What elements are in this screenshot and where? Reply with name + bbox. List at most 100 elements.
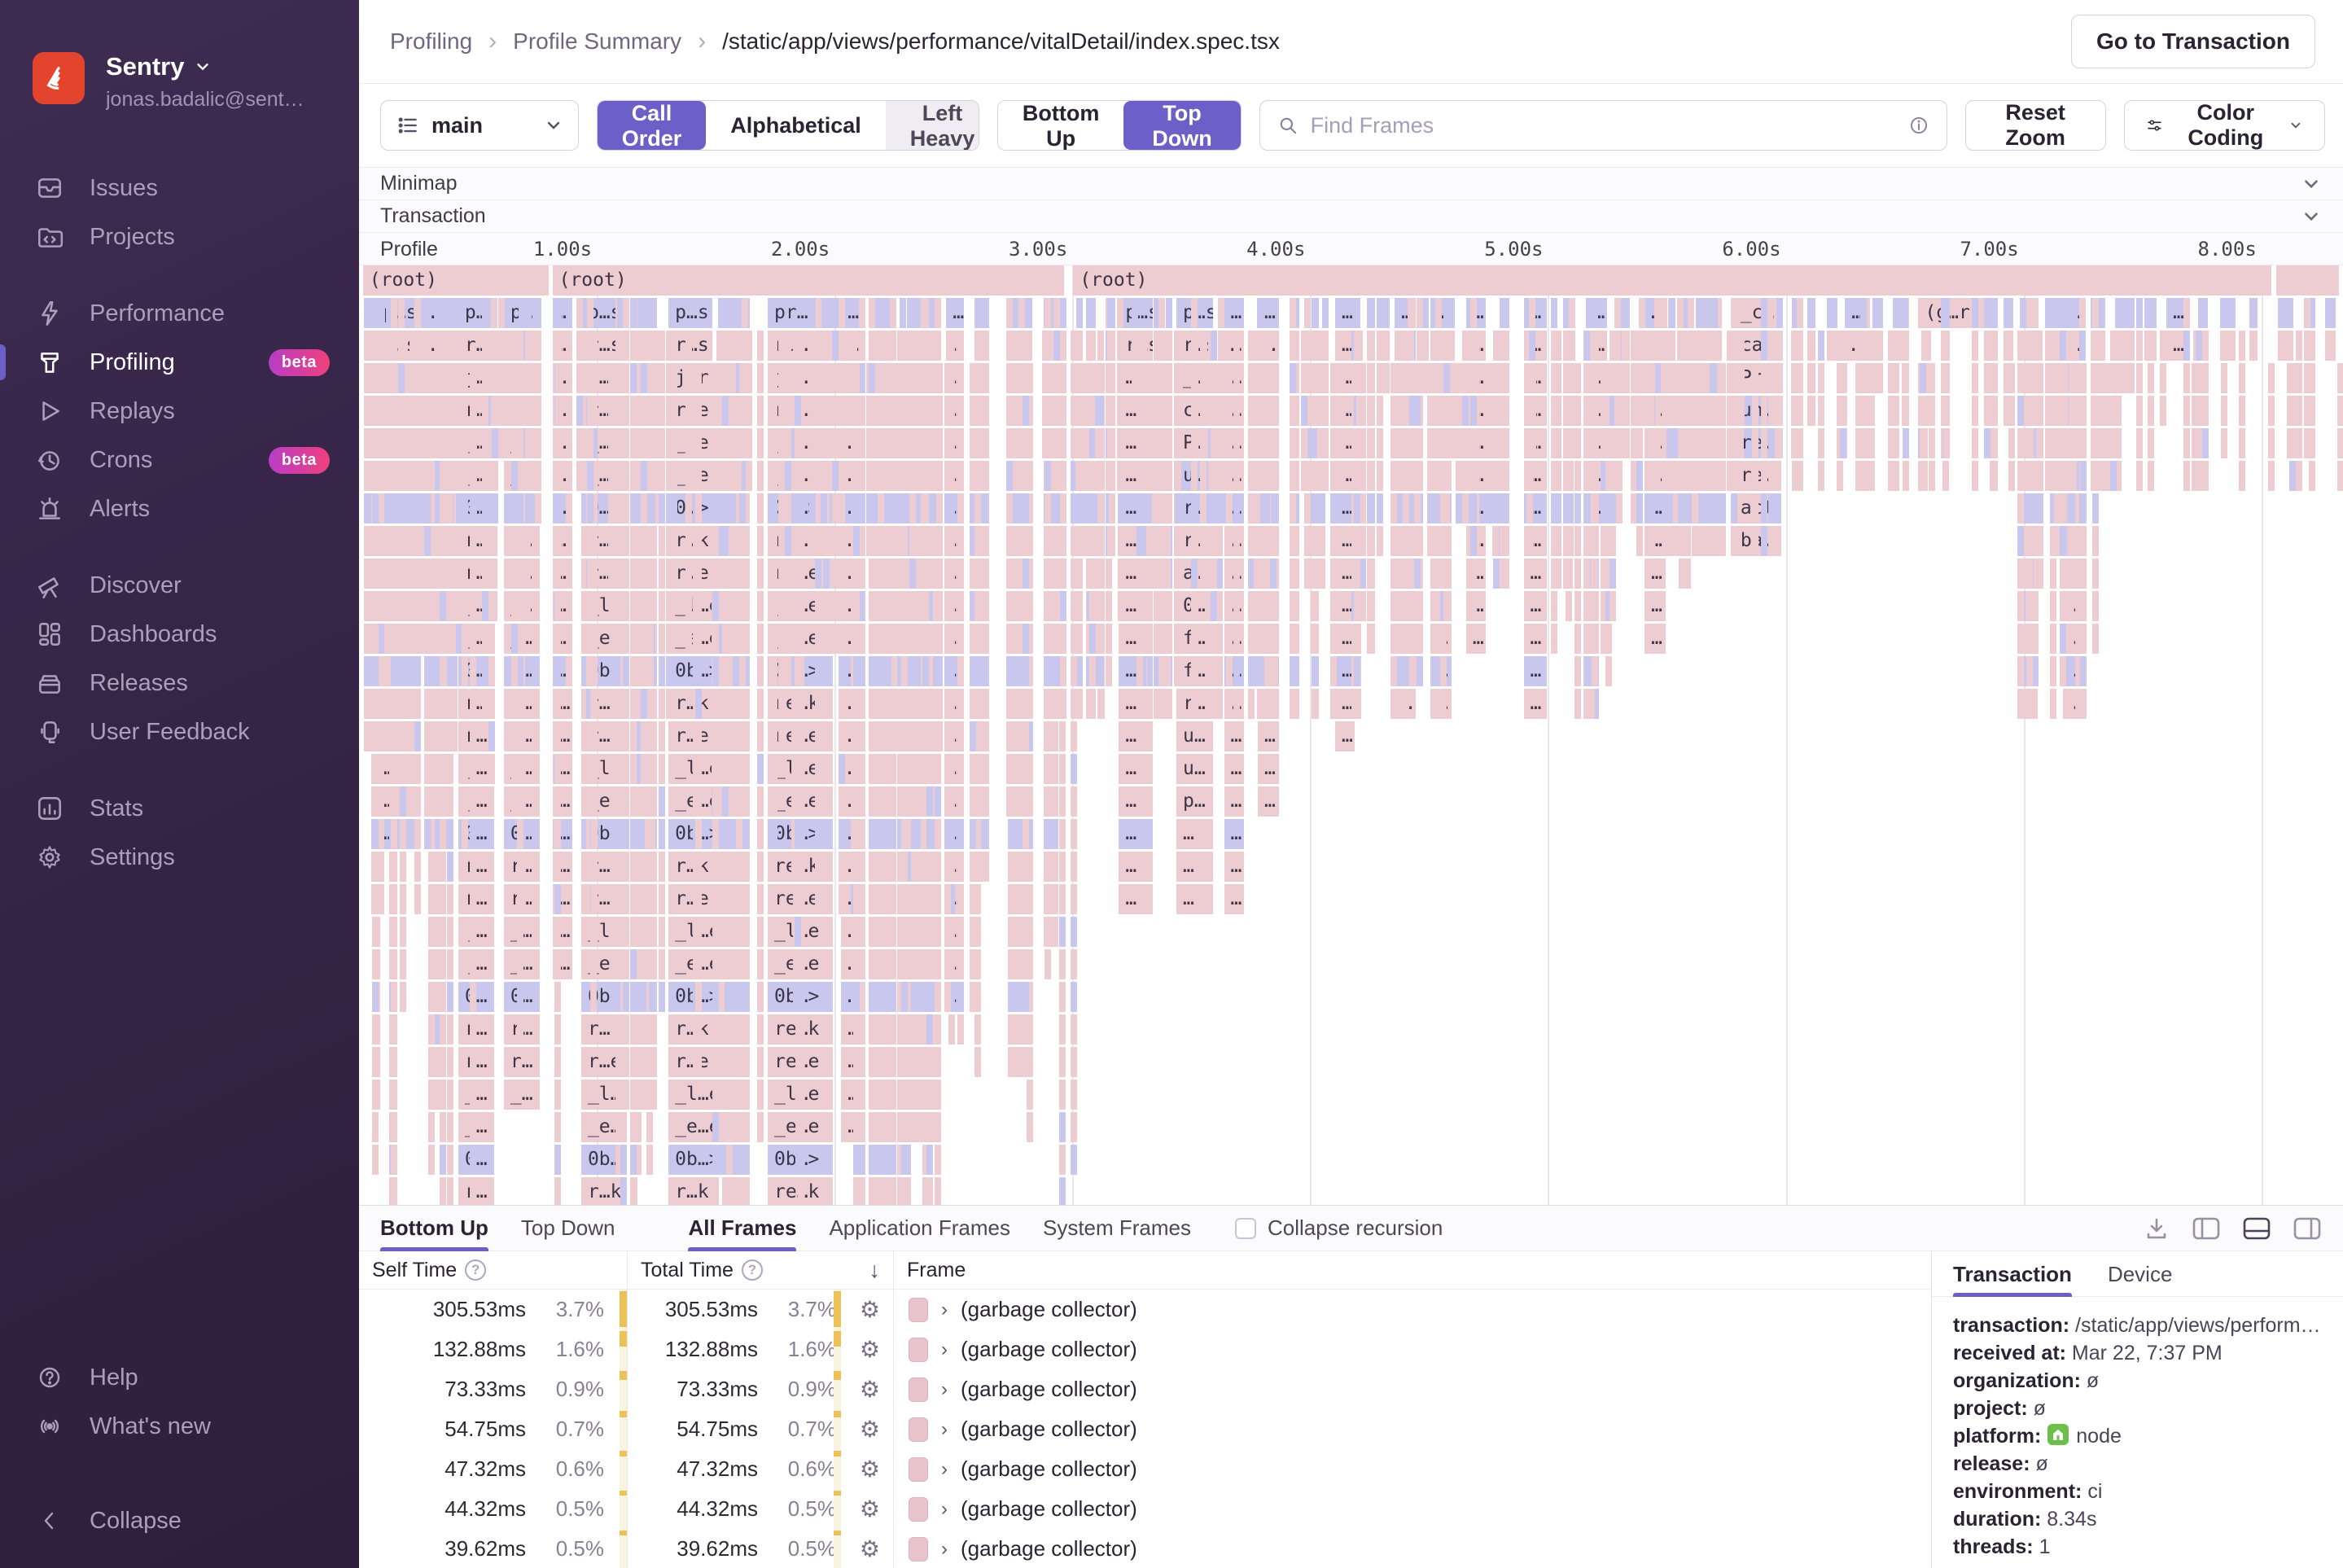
flame-frame-cell[interactable] <box>1710 526 1717 556</box>
flame-frame-cell[interactable] <box>423 591 431 621</box>
flame-frame-cell[interactable] <box>647 558 655 589</box>
flame-frame-cell[interactable] <box>1719 363 1726 393</box>
flame-frame-cell[interactable] <box>524 558 532 589</box>
flame-frame-cell[interactable] <box>739 493 747 523</box>
flame-frame-cell[interactable] <box>1500 526 1510 556</box>
flame-frame-cell[interactable] <box>390 558 397 589</box>
flame-frame-cell[interactable] <box>1269 591 1277 621</box>
flame-frame-cell[interactable] <box>798 1112 805 1142</box>
flame-frame-cell[interactable] <box>414 558 421 589</box>
flame-frame-cell[interactable] <box>623 493 630 523</box>
flame-frame-cell[interactable] <box>832 331 839 361</box>
flame-frame-cell[interactable] <box>859 461 866 491</box>
flame-frame-cell[interactable] <box>2183 461 2191 491</box>
flame-frame-cell[interactable] <box>1075 298 1083 328</box>
flame-frame-cell[interactable] <box>1440 689 1447 719</box>
flame-frame-cell[interactable] <box>1443 591 1450 621</box>
flame-frame-cell[interactable] <box>1257 624 1264 654</box>
flame-frame-cell[interactable] <box>390 591 397 621</box>
flame-frame-cell[interactable] <box>439 493 446 523</box>
flame-frame-cell[interactable] <box>1233 461 1240 491</box>
flame-frame-cell[interactable] <box>1440 624 1447 654</box>
flame-frame-cell[interactable] <box>1318 396 1325 426</box>
flame-frame-cell[interactable] <box>1225 428 1233 458</box>
search-input[interactable] <box>1310 112 1896 138</box>
flame-frame-cell[interactable] <box>555 493 563 523</box>
flame-frame-cell[interactable] <box>741 298 748 328</box>
flame-frame-cell[interactable] <box>901 428 909 458</box>
flame-frame-cell[interactable] <box>778 331 786 361</box>
flame-frame-cell[interactable] <box>491 591 498 621</box>
flame-frame-cell[interactable] <box>659 493 666 523</box>
flame-frame-cell[interactable] <box>712 982 720 1012</box>
flame-frame-cell[interactable] <box>778 461 786 491</box>
flame-frame-cell[interactable] <box>565 363 572 393</box>
flame-frame-cell[interactable] <box>2268 428 2275 458</box>
flame-frame-cell[interactable] <box>511 526 519 556</box>
flame-frame-cell[interactable] <box>815 721 822 751</box>
flame-frame-cell[interactable] <box>1492 363 1500 393</box>
flame-frame-cell[interactable] <box>1339 396 1347 426</box>
flame-frame-cell[interactable] <box>2195 331 2202 361</box>
flame-frame-cell[interactable] <box>1417 624 1424 654</box>
flame-frame-cell[interactable] <box>695 982 703 1012</box>
flame-frame-cell[interactable] <box>922 428 930 458</box>
flame-frame-cell[interactable] <box>399 917 406 947</box>
flame-frame-cell[interactable] <box>630 819 637 849</box>
flame-frame-cell[interactable] <box>1118 526 1125 556</box>
flame-frame-cell[interactable] <box>832 298 839 328</box>
flame-frame-cell[interactable] <box>2059 396 2066 426</box>
flame-frame-cell[interactable] <box>446 624 453 654</box>
flame-frame-cell[interactable] <box>778 396 786 426</box>
flame-frame-cell[interactable] <box>524 591 532 621</box>
flame-frame-cell[interactable] <box>936 428 944 458</box>
flame-frame-cell[interactable] <box>1737 428 1745 458</box>
dock-left-button[interactable] <box>2192 1216 2221 1241</box>
flame-frame-cell[interactable] <box>1591 624 1598 654</box>
flame-frame-cell[interactable] <box>2025 624 2033 654</box>
flame-frame-cell[interactable] <box>390 917 397 947</box>
flame-frame-cell[interactable] <box>1403 363 1410 393</box>
flame-frame-cell[interactable] <box>2080 493 2087 523</box>
flame-frame-cell[interactable] <box>725 1014 733 1045</box>
flame-frame-cell[interactable] <box>1106 591 1113 621</box>
flame-frame-cell[interactable] <box>535 298 542 328</box>
flame-frame-cell[interactable] <box>1257 591 1264 621</box>
flame-frame-cell[interactable] <box>859 786 866 817</box>
flame-frame-cell[interactable] <box>1943 363 1951 393</box>
flame-frame-cell[interactable] <box>1486 461 1493 491</box>
flame-frame-cell[interactable] <box>1290 331 1297 361</box>
flame-frame-cell[interactable] <box>647 428 655 458</box>
flame-frame-cell[interactable] <box>922 493 930 523</box>
flame-frame-cell[interactable] <box>1390 689 1398 719</box>
flame-frame-cell[interactable] <box>859 591 866 621</box>
flame-frame-cell[interactable] <box>832 526 839 556</box>
flame-frame-cell[interactable] <box>839 786 846 817</box>
flame-frame-cell[interactable] <box>1059 526 1066 556</box>
flame-frame-cell[interactable] <box>909 656 916 686</box>
flame-frame-cell[interactable] <box>877 493 884 523</box>
flame-frame-cell[interactable] <box>1402 656 1409 686</box>
flame-frame-cell[interactable] <box>446 493 453 523</box>
flame-frame-cell[interactable] <box>531 624 538 654</box>
flame-frame-cell[interactable] <box>1109 428 1116 458</box>
flame-frame-cell[interactable] <box>850 331 857 361</box>
flame-frame-cell[interactable] <box>712 656 720 686</box>
flame-frame-cell[interactable] <box>565 428 572 458</box>
flame-frame-cell[interactable] <box>768 656 775 686</box>
flame-frame-cell[interactable] <box>1648 461 1655 491</box>
flame-frame-cell[interactable] <box>859 656 866 686</box>
flame-frame-cell[interactable] <box>901 656 909 686</box>
flame-frame-cell[interactable] <box>815 624 822 654</box>
flame-frame-cell[interactable] <box>2289 461 2297 491</box>
flame-frame-cell[interactable]: u… <box>1176 754 1214 784</box>
flame-frame-cell[interactable] <box>853 884 861 914</box>
dock-bottom-button[interactable] <box>2242 1216 2271 1241</box>
flame-frame-cell[interactable] <box>1766 298 1773 328</box>
flame-frame-cell[interactable] <box>659 363 666 393</box>
flame-frame-cell[interactable] <box>1666 396 1674 426</box>
flame-frame-cell[interactable] <box>383 526 391 556</box>
flame-frame-cell[interactable] <box>901 949 909 979</box>
flame-frame-cell[interactable] <box>2195 363 2202 393</box>
flame-frame-cell[interactable] <box>1797 428 1804 458</box>
